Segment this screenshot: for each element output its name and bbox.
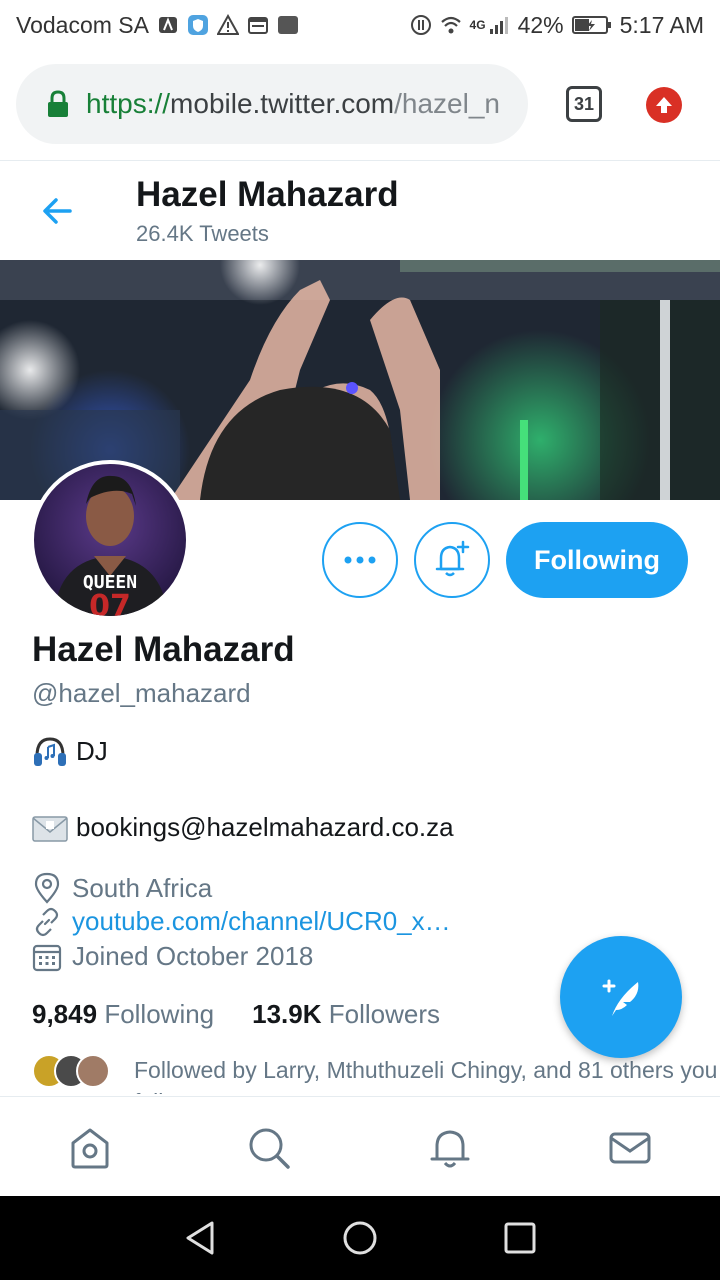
arrow-left-icon[interactable] bbox=[38, 191, 78, 231]
headphones-icon bbox=[34, 737, 66, 766]
avatar-image: QUEEN 07 bbox=[54, 475, 168, 616]
nfc-icon bbox=[158, 17, 177, 33]
follow-counts: 9,849 Following 13.9K Followers bbox=[32, 999, 440, 1030]
followers-count-label: Followers bbox=[328, 999, 441, 1029]
profile-joined: Joined October 2018 bbox=[32, 941, 313, 972]
avatar-jersey-number: 07 bbox=[89, 589, 131, 616]
followed-by-avatars bbox=[32, 1054, 110, 1088]
android-navigation-bar bbox=[0, 1196, 720, 1280]
bio-dj-line: DJ bbox=[32, 734, 108, 768]
more-options-button[interactable] bbox=[322, 522, 398, 598]
following-count: 9,849 bbox=[32, 999, 98, 1029]
following-button[interactable]: Following bbox=[506, 522, 688, 598]
envelope-icon bbox=[32, 815, 68, 842]
mail-icon[interactable] bbox=[607, 1125, 653, 1171]
header-tweet-count: 26.4K Tweets bbox=[136, 221, 269, 246]
bell-plus-icon bbox=[435, 540, 470, 577]
profile-handle: @hazel_mahazard bbox=[32, 678, 251, 708]
profile-website[interactable]: youtube.com/channel/UCR0_x… bbox=[32, 906, 451, 937]
link-icon bbox=[35, 907, 59, 936]
tab-switcher-button[interactable]: 31 bbox=[566, 86, 602, 122]
avatar bbox=[76, 1054, 110, 1088]
browser-toolbar: https://mobile.twitter.com/hazel_n 31 bbox=[0, 50, 720, 160]
following-count-label: Following bbox=[104, 999, 215, 1029]
shield-app-icon bbox=[187, 15, 208, 35]
bottom-navigation bbox=[0, 1096, 720, 1196]
calendar-icon bbox=[32, 944, 62, 971]
profile-display-name: Hazel Mahazard bbox=[32, 630, 295, 669]
android-recents-icon[interactable] bbox=[500, 1218, 540, 1258]
notifications-toggle-button[interactable] bbox=[414, 522, 490, 598]
battery-icon bbox=[571, 16, 611, 34]
followers-count: 13.9K bbox=[252, 999, 322, 1029]
profile-website-link[interactable]: youtube.com/channel/UCR0_x… bbox=[72, 906, 451, 937]
lock-icon bbox=[48, 90, 68, 117]
profile-avatar[interactable]: QUEEN 07 bbox=[30, 460, 190, 620]
network-type-label: 4G bbox=[469, 17, 486, 32]
profile-header: Hazel Mahazard 26.4K Tweets bbox=[0, 160, 720, 260]
status-right: 4G 42% 5:17 AM bbox=[410, 12, 704, 39]
calendar-icon bbox=[247, 17, 268, 34]
more-horizontal-icon bbox=[344, 556, 376, 564]
profile-location-text: South Africa bbox=[72, 872, 213, 903]
location-pin-icon bbox=[34, 872, 60, 904]
status-bar: Vodacom SA 4G 42% 5:17 AM bbox=[0, 0, 720, 50]
carrier-label: Vodacom SA bbox=[16, 11, 149, 38]
android-home-icon[interactable] bbox=[340, 1218, 380, 1258]
search-icon[interactable] bbox=[246, 1125, 292, 1171]
profile-joined-text: Joined October 2018 bbox=[72, 941, 314, 971]
feather-compose-icon bbox=[602, 979, 639, 1016]
profile-location: South Africa bbox=[32, 872, 212, 904]
url-bar[interactable]: https://mobile.twitter.com/hazel_n bbox=[16, 64, 528, 144]
bio-dj-text: DJ bbox=[76, 735, 108, 766]
url-path: /hazel_n bbox=[394, 88, 500, 119]
followed-by-text: Followed by Larry, Mthuthuzeli Chingy, a… bbox=[134, 1057, 718, 1094]
battery-percent: 42% bbox=[517, 11, 564, 38]
bio-email-line: bookings@hazelmahazard.co.za bbox=[32, 812, 454, 843]
update-button[interactable] bbox=[646, 87, 682, 123]
followers-count-link[interactable]: 13.9K Followers bbox=[252, 999, 440, 1030]
signal-icon bbox=[489, 17, 508, 34]
bell-icon[interactable] bbox=[427, 1125, 473, 1171]
header-title: Hazel Mahazard bbox=[136, 175, 399, 214]
bio-email-text: bookings@hazelmahazard.co.za bbox=[76, 812, 454, 842]
wifi-icon bbox=[440, 16, 461, 34]
android-back-icon[interactable] bbox=[180, 1218, 220, 1258]
url-scheme: https:// bbox=[86, 88, 171, 119]
following-count-link[interactable]: 9,849 Following bbox=[32, 999, 214, 1030]
url-host: mobile.twitter.com bbox=[170, 88, 395, 119]
data-saver-icon bbox=[410, 15, 431, 35]
compose-tweet-button[interactable] bbox=[560, 936, 682, 1058]
followed-by-row[interactable]: Followed by Larry, Mthuthuzeli Chingy, a… bbox=[32, 1054, 720, 1094]
status-left: Vodacom SA bbox=[16, 12, 299, 39]
hms-icon bbox=[277, 16, 298, 34]
arrow-up-icon bbox=[656, 97, 672, 113]
warning-icon bbox=[216, 14, 239, 35]
home-icon[interactable] bbox=[67, 1125, 113, 1171]
clock: 5:17 AM bbox=[619, 11, 704, 38]
